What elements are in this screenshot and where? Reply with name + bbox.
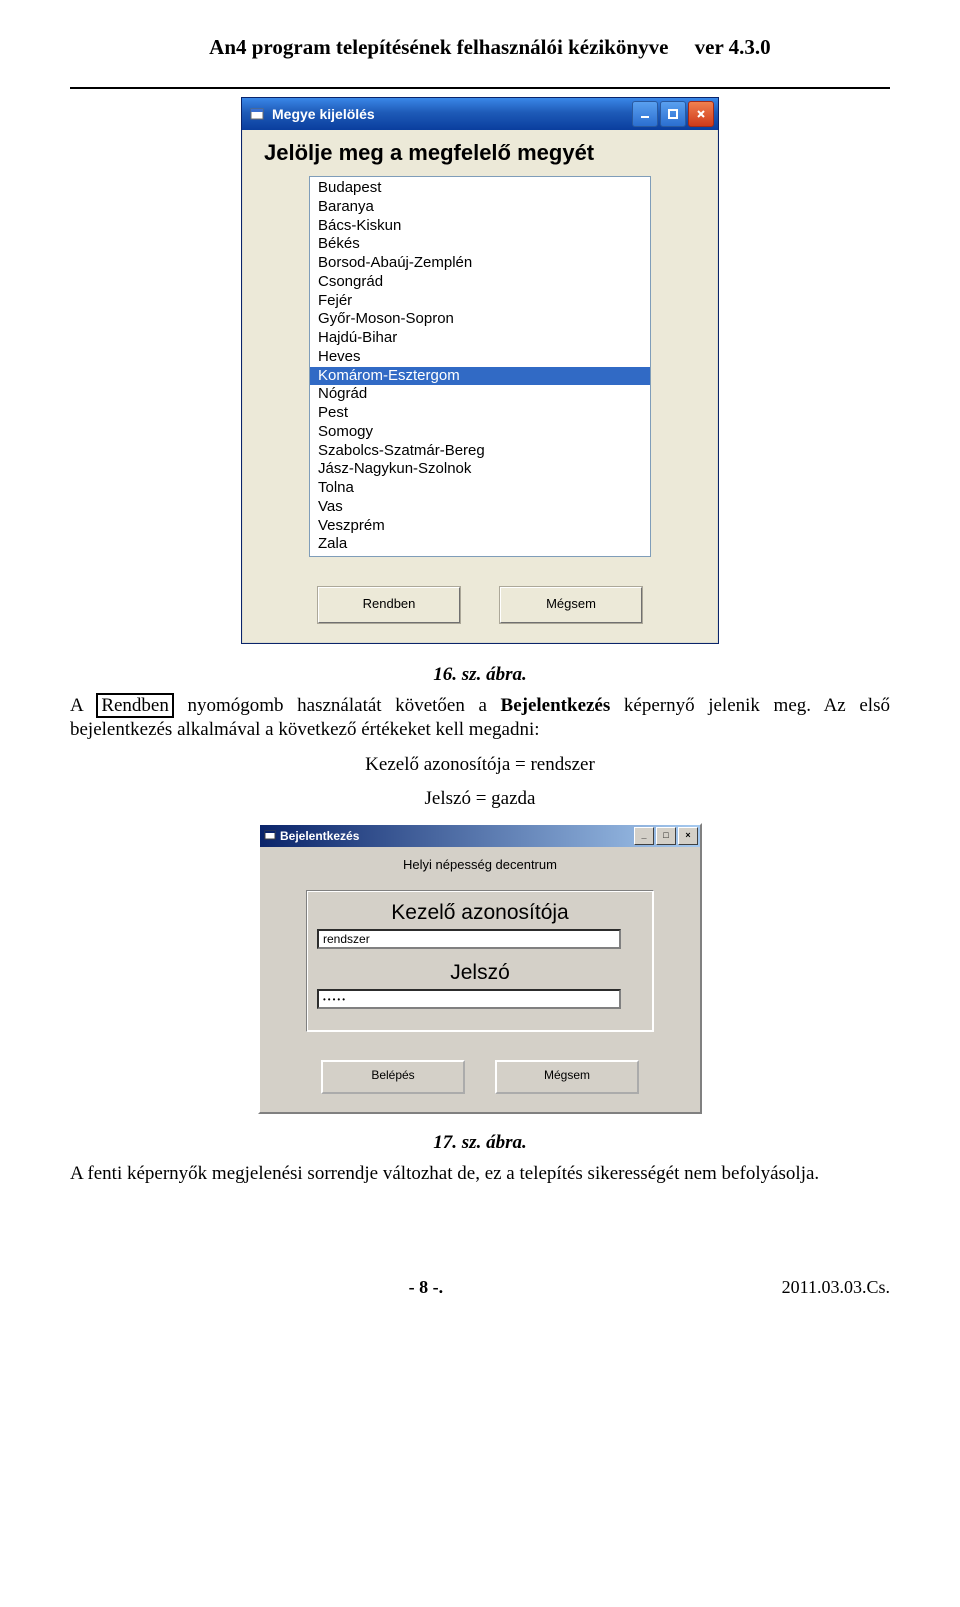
page-footer: - 8 -. 2011.03.03.Cs. bbox=[70, 1277, 890, 1298]
maximize-button[interactable]: □ bbox=[656, 827, 676, 845]
list-item[interactable]: Fejér bbox=[310, 292, 650, 311]
paragraph-1: A Rendben nyomógomb használatát követően… bbox=[70, 694, 890, 743]
list-item[interactable]: Borsod-Abaúj-Zemplén bbox=[310, 254, 650, 273]
page-number: - 8 -. bbox=[409, 1277, 444, 1298]
login-button[interactable]: Belépés bbox=[321, 1060, 465, 1094]
credential-line-1: Kezelő azonosítója = rendszer bbox=[70, 753, 890, 777]
titlebar[interactable]: Megye kijelölés bbox=[242, 98, 718, 130]
close-button[interactable] bbox=[688, 101, 714, 127]
login-window: Bejelentkezés _ □ × Helyi népesség decen… bbox=[258, 823, 702, 1114]
login-form-group: Kezelő azonosítója Jelszó bbox=[306, 890, 654, 1032]
list-item[interactable]: Nógrád bbox=[310, 385, 650, 404]
list-item[interactable]: Bács-Kiskun bbox=[310, 217, 650, 236]
minimize-button[interactable]: _ bbox=[634, 827, 654, 845]
operator-id-input[interactable] bbox=[317, 929, 621, 949]
list-item[interactable]: Szabolcs-Szatmár-Bereg bbox=[310, 442, 650, 461]
app-icon bbox=[248, 105, 266, 123]
county-select-window: Megye kijelölés Jelölje meg a megfelelő … bbox=[241, 97, 719, 644]
list-item[interactable]: Baranya bbox=[310, 198, 650, 217]
figure1-caption: 16. sz. ábra. bbox=[70, 664, 890, 686]
boxed-rendben: Rendben bbox=[96, 693, 174, 718]
footer-date: 2011.03.03.Cs. bbox=[782, 1277, 890, 1298]
list-item[interactable]: Komárom-Esztergom bbox=[310, 367, 650, 386]
doc-header: An4 program telepítésének felhasználói k… bbox=[70, 10, 890, 89]
password-label: Jelszó bbox=[315, 961, 645, 985]
app-icon bbox=[264, 829, 276, 844]
titlebar[interactable]: Bejelentkezés _ □ × bbox=[260, 825, 700, 847]
cancel-button[interactable]: Mégsem bbox=[495, 1060, 639, 1094]
list-item[interactable]: Békés bbox=[310, 235, 650, 254]
paragraph-2: A fenti képernyők megjelenési sorrendje … bbox=[70, 1162, 890, 1186]
cancel-button[interactable]: Mégsem bbox=[500, 587, 642, 623]
maximize-button[interactable] bbox=[660, 101, 686, 127]
list-item[interactable]: Heves bbox=[310, 348, 650, 367]
list-item[interactable]: Hajdú-Bihar bbox=[310, 329, 650, 348]
password-input[interactable] bbox=[317, 989, 621, 1009]
window-title: Bejelentkezés bbox=[280, 829, 634, 843]
ok-button[interactable]: Rendben bbox=[318, 587, 460, 623]
doc-title-left: An4 program telepítésének felhasználói k… bbox=[209, 35, 668, 59]
list-item[interactable]: Vas bbox=[310, 498, 650, 517]
list-item[interactable]: Jász-Nagykun-Szolnok bbox=[310, 460, 650, 479]
list-item[interactable]: Somogy bbox=[310, 423, 650, 442]
county-listbox[interactable]: BudapestBaranyaBács-KiskunBékésBorsod-Ab… bbox=[309, 176, 651, 557]
operator-id-label: Kezelő azonosítója bbox=[315, 901, 645, 925]
list-item[interactable]: Pest bbox=[310, 404, 650, 423]
window-title: Megye kijelölés bbox=[272, 106, 632, 122]
doc-title-right: ver 4.3.0 bbox=[695, 35, 771, 59]
credential-line-2: Jelszó = gazda bbox=[70, 787, 890, 811]
login-subtitle: Helyi népesség decentrum bbox=[272, 857, 688, 872]
list-item[interactable]: Tolna bbox=[310, 479, 650, 498]
minimize-button[interactable] bbox=[632, 101, 658, 127]
list-item[interactable]: Csongrád bbox=[310, 273, 650, 292]
list-item[interactable]: Veszprém bbox=[310, 517, 650, 536]
list-item[interactable]: Budapest bbox=[310, 179, 650, 198]
list-item[interactable]: Zala bbox=[310, 535, 650, 554]
dialog-heading: Jelölje meg a megfelelő megyét bbox=[264, 140, 708, 166]
close-button[interactable]: × bbox=[678, 827, 698, 845]
list-item[interactable]: Győr-Moson-Sopron bbox=[310, 310, 650, 329]
figure2-caption: 17. sz. ábra. bbox=[70, 1132, 890, 1154]
